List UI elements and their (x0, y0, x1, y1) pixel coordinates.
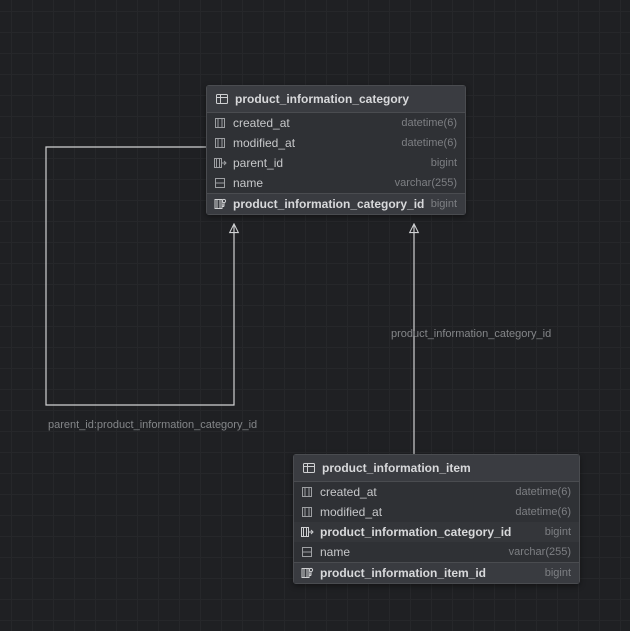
pk-row[interactable]: product_information_item_id bigint (294, 562, 579, 583)
column-name: created_at (320, 485, 377, 499)
column-type: datetime(6) (401, 117, 457, 129)
pk-column-icon (213, 197, 227, 211)
column-type: bigint (431, 157, 457, 169)
column-name: modified_at (233, 136, 295, 150)
table-product-information-item[interactable]: product_information_item created_at date… (293, 454, 580, 584)
column-row[interactable]: parent_id bigint (207, 153, 465, 173)
column-type: datetime(6) (515, 486, 571, 498)
column-icon (213, 176, 227, 190)
column-row[interactable]: created_at datetime(6) (207, 113, 465, 133)
column-type: varchar(255) (509, 546, 571, 558)
relation-label-fk: product_information_category_id (391, 328, 551, 340)
column-icon (213, 136, 227, 150)
fk-column-icon (300, 525, 314, 539)
column-type: bigint (431, 198, 457, 210)
table-icon (215, 92, 229, 106)
column-type: datetime(6) (401, 137, 457, 149)
column-name: parent_id (233, 156, 283, 170)
column-row[interactable]: created_at datetime(6) (294, 482, 579, 502)
relation-label-self: parent_id:product_information_category_i… (48, 419, 257, 431)
table-icon (302, 461, 316, 475)
column-icon (300, 545, 314, 559)
column-icon (300, 505, 314, 519)
column-type: bigint (545, 567, 571, 579)
table-title: product_information_item (322, 461, 471, 475)
column-name: name (233, 176, 263, 190)
table-product-information-category[interactable]: product_information_category created_at … (206, 85, 466, 215)
column-name: product_information_category_id (233, 197, 424, 211)
column-row[interactable]: name varchar(255) (294, 542, 579, 562)
column-name: name (320, 545, 350, 559)
pk-column-icon (300, 566, 314, 580)
table-header[interactable]: product_information_item (294, 455, 579, 482)
column-name: product_information_category_id (320, 525, 511, 539)
fk-column-icon (213, 156, 227, 170)
column-type: varchar(255) (395, 177, 457, 189)
column-row[interactable]: modified_at datetime(6) (207, 133, 465, 153)
column-icon (213, 116, 227, 130)
column-name: product_information_item_id (320, 566, 486, 580)
pk-row[interactable]: product_information_category_id bigint (207, 193, 465, 214)
diagram-canvas[interactable]: parent_id:product_information_category_i… (0, 0, 630, 631)
table-title: product_information_category (235, 92, 409, 106)
column-row[interactable]: product_information_category_id bigint (294, 522, 579, 542)
column-row[interactable]: modified_at datetime(6) (294, 502, 579, 522)
column-name: modified_at (320, 505, 382, 519)
column-name: created_at (233, 116, 290, 130)
table-header[interactable]: product_information_category (207, 86, 465, 113)
column-type: bigint (545, 526, 571, 538)
column-icon (300, 485, 314, 499)
column-row[interactable]: name varchar(255) (207, 173, 465, 193)
column-type: datetime(6) (515, 506, 571, 518)
